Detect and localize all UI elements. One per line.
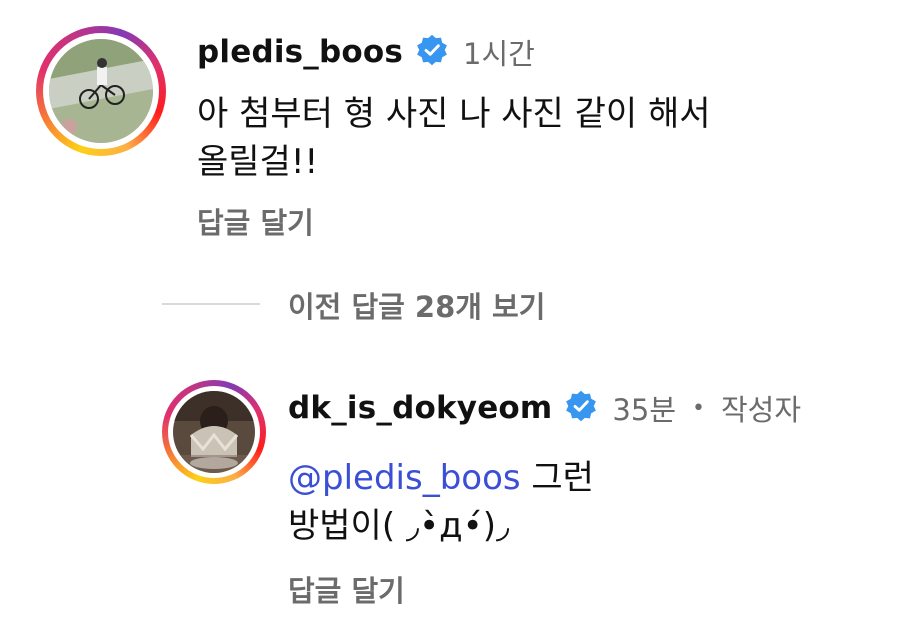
avatar-person-photo	[173, 391, 255, 473]
comment-text: @pledis_boos 그런 방법이( ◞•̀д•́)◞	[288, 454, 908, 550]
comment-header: dk_is_dokyeom 35분 • 작성자	[288, 386, 801, 430]
avatar[interactable]	[173, 391, 255, 473]
avatar[interactable]	[49, 39, 153, 143]
thread-divider-line	[162, 303, 260, 305]
verified-badge-icon	[564, 389, 598, 427]
reply-button[interactable]: 답글 달기	[197, 200, 314, 242]
comment-pledis-boos: pledis_boos 1시간 아 첨부터 형 사진 나 사진 같이 해서 올릴…	[0, 0, 919, 260]
username[interactable]: pledis_boos	[197, 34, 403, 70]
author-badge: 작성자	[721, 393, 802, 427]
comment-header: pledis_boos 1시간	[197, 30, 535, 74]
username[interactable]: dk_is_dokyeom	[288, 390, 552, 426]
comment-text-line-2: 올릴걸!!	[197, 142, 319, 182]
meta-separator: •	[692, 395, 705, 421]
mention-link[interactable]: @pledis_boos	[288, 458, 521, 498]
timestamp: 35분	[612, 393, 677, 427]
comment-text-line-1: 아 첨부터 형 사진 나 사진 같이 해서	[197, 94, 711, 134]
view-previous-replies-button[interactable]: 이전 답글 28개 보기	[288, 284, 545, 326]
comment-text-line-2: 방법이( ◞•̀д•́)◞	[288, 506, 510, 546]
verified-badge-icon	[415, 33, 449, 71]
reply-button[interactable]: 답글 달기	[288, 568, 405, 610]
comment-dk-is-dokyeom: dk_is_dokyeom 35분 • 작성자 @pledis_boos 그런 …	[0, 370, 919, 624]
comment-text-part: 그런	[520, 458, 594, 498]
timestamp: 1시간	[463, 37, 535, 71]
comment-text: 아 첨부터 형 사진 나 사진 같이 해서 올릴걸!!	[197, 90, 897, 186]
avatar-cyclist-photo	[49, 39, 153, 143]
comment-text-line-1: @pledis_boos 그런	[288, 454, 908, 502]
